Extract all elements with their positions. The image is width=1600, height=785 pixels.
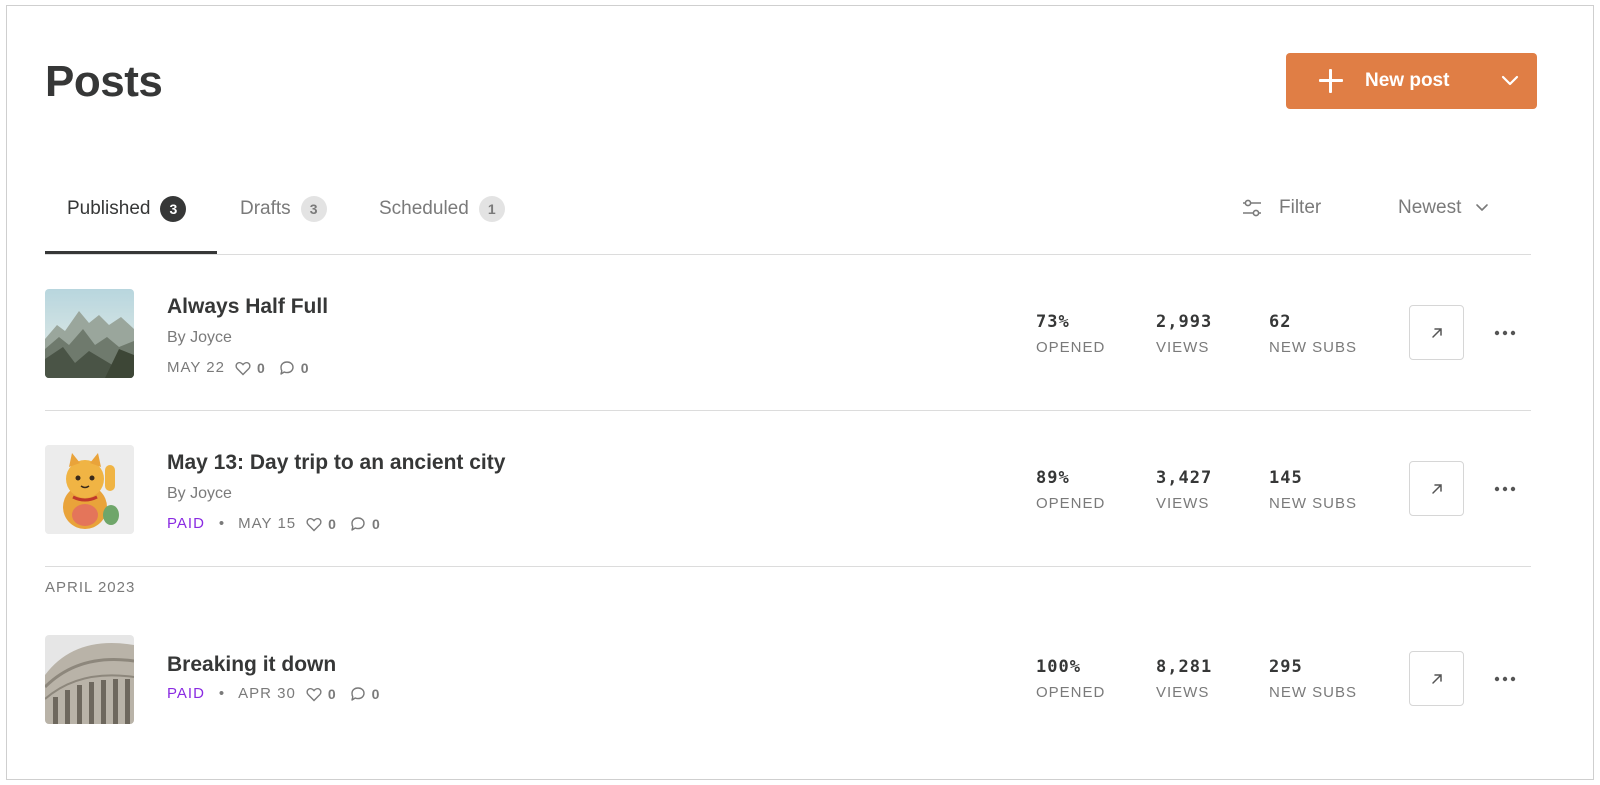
arrow-up-right-icon xyxy=(1431,327,1442,338)
like-count: 0 xyxy=(328,516,336,532)
more-options-button[interactable] xyxy=(1489,317,1521,349)
filter-label: Filter xyxy=(1279,197,1322,218)
views-label: VIEWS xyxy=(1156,339,1210,356)
comment-icon xyxy=(279,360,295,376)
filter-button[interactable]: Filter xyxy=(1241,188,1321,228)
arrow-up-right-icon xyxy=(1431,673,1442,684)
views-value: 2,993 xyxy=(1156,312,1213,332)
new-post-label: New post xyxy=(1365,70,1450,91)
views-stat: 3,427 VIEWS xyxy=(1156,467,1212,513)
plus-icon xyxy=(1317,67,1345,95)
meta-separator: • xyxy=(218,515,225,532)
sort-label: Newest xyxy=(1398,197,1462,218)
views-stat: 2,993 VIEWS xyxy=(1156,311,1212,357)
views-stat: 8,281 VIEWS xyxy=(1156,656,1212,702)
tab-label: Published xyxy=(67,198,151,219)
tab-drafts[interactable]: Drafts 3 xyxy=(240,166,327,252)
post-date: APR 30 xyxy=(238,685,296,702)
post-date: MAY 15 xyxy=(238,515,297,532)
post-thumbnail-lucky-cat xyxy=(45,445,134,534)
subs-value: 145 xyxy=(1269,468,1303,488)
open-post-button[interactable] xyxy=(1409,305,1464,360)
post-title[interactable]: May 13: Day trip to an ancient city xyxy=(167,450,505,476)
post-date: MAY 22 xyxy=(167,359,225,376)
comment-icon xyxy=(350,686,366,702)
subs-stat: 295 NEW SUBS xyxy=(1269,656,1357,702)
posts-page: Posts New post Published 3 Drafts 3 Sche… xyxy=(6,5,1594,780)
tab-label: Scheduled xyxy=(379,198,469,219)
chevron-down-icon xyxy=(1476,204,1489,211)
heart-icon xyxy=(235,361,251,376)
post-meta: MAY 22 0 0 xyxy=(167,358,309,378)
meta-separator: • xyxy=(218,685,225,702)
subs-stat: 62 NEW SUBS xyxy=(1269,311,1357,357)
tab-scheduled[interactable]: Scheduled 1 xyxy=(379,166,505,252)
post-author: By Joyce xyxy=(167,329,232,346)
post-author: By Joyce xyxy=(167,485,232,502)
comment-count: 0 xyxy=(371,516,380,532)
subs-label: NEW SUBS xyxy=(1269,684,1358,701)
row-divider xyxy=(45,566,1531,567)
opened-stat: 89% OPENED xyxy=(1036,467,1105,513)
paid-badge: PAID xyxy=(167,515,205,532)
like-count: 0 xyxy=(327,686,336,702)
arrow-up-right-icon xyxy=(1431,483,1442,494)
subs-label: NEW SUBS xyxy=(1269,495,1358,512)
open-post-button[interactable] xyxy=(1409,461,1464,516)
opened-label: OPENED xyxy=(1036,495,1106,512)
post-tabs: Published 3 Drafts 3 Scheduled 1 xyxy=(45,166,1575,254)
new-post-button[interactable]: New post xyxy=(1286,53,1537,109)
ellipsis-icon xyxy=(1494,486,1516,492)
paid-badge: PAID xyxy=(167,685,205,702)
opened-label: OPENED xyxy=(1036,684,1106,701)
more-options-button[interactable] xyxy=(1489,473,1521,505)
views-value: 3,427 xyxy=(1156,468,1213,488)
post-title[interactable]: Always Half Full xyxy=(167,294,328,320)
tab-count-badge: 3 xyxy=(300,196,327,222)
tabs-divider xyxy=(45,254,1531,255)
tab-count-badge: 3 xyxy=(160,196,187,222)
section-heading-april-2023: APRIL 2023 xyxy=(45,579,136,596)
subs-stat: 145 NEW SUBS xyxy=(1269,467,1357,513)
post-thumbnail-mountain xyxy=(45,289,134,378)
post-title[interactable]: Breaking it down xyxy=(167,652,336,678)
opened-stat: 73% OPENED xyxy=(1036,311,1105,357)
sort-dropdown[interactable]: Newest xyxy=(1398,188,1489,228)
heart-icon xyxy=(306,517,322,532)
subs-label: NEW SUBS xyxy=(1269,339,1358,356)
open-post-button[interactable] xyxy=(1409,651,1464,706)
views-label: VIEWS xyxy=(1156,684,1210,701)
opened-label: OPENED xyxy=(1036,339,1106,356)
subs-value: 295 xyxy=(1269,657,1303,677)
sliders-icon xyxy=(1243,199,1261,217)
ellipsis-icon xyxy=(1494,676,1516,682)
ellipsis-icon xyxy=(1494,330,1516,336)
post-meta: PAID • APR 30 0 0 xyxy=(167,684,379,704)
page-title: Posts xyxy=(45,57,163,106)
views-value: 8,281 xyxy=(1156,657,1213,677)
views-label: VIEWS xyxy=(1156,495,1210,512)
more-options-button[interactable] xyxy=(1489,663,1521,695)
post-thumbnail-capitol xyxy=(45,635,134,724)
opened-value: 73% xyxy=(1036,312,1070,332)
comment-icon xyxy=(350,516,366,532)
tab-published[interactable]: Published 3 xyxy=(67,166,187,252)
like-count: 0 xyxy=(256,360,265,376)
comment-count: 0 xyxy=(300,360,309,376)
row-divider xyxy=(45,410,1531,411)
chevron-down-icon[interactable] xyxy=(1495,65,1525,97)
tab-label: Drafts xyxy=(240,198,291,219)
heart-icon xyxy=(306,687,322,702)
tab-count-badge: 1 xyxy=(478,196,505,222)
opened-value: 100% xyxy=(1036,657,1081,677)
subs-value: 62 xyxy=(1269,312,1292,332)
opened-value: 89% xyxy=(1036,468,1070,488)
opened-stat: 100% OPENED xyxy=(1036,656,1105,702)
comment-count: 0 xyxy=(371,686,380,702)
post-meta: PAID • MAY 15 0 0 xyxy=(167,514,380,534)
